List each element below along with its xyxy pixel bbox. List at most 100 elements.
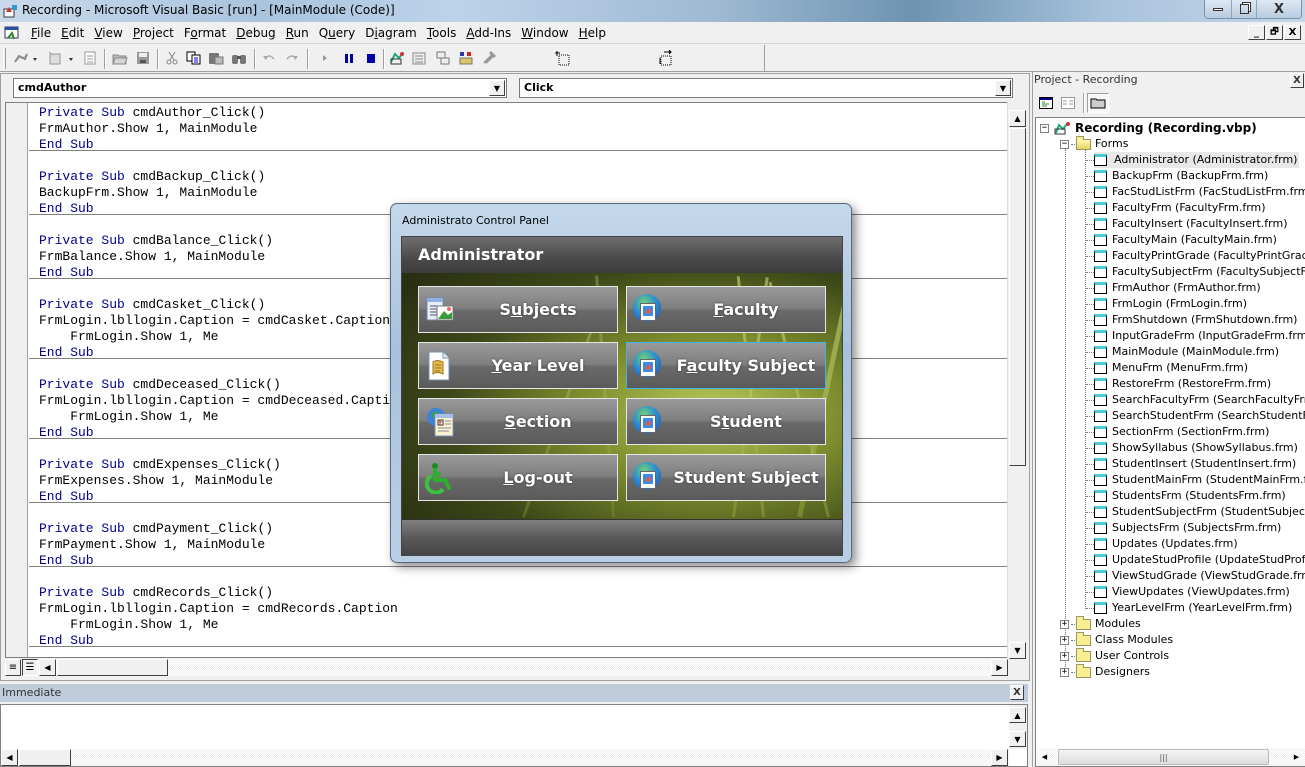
save-project-button[interactable] bbox=[133, 49, 153, 67]
section-button[interactable]: Section bbox=[418, 398, 618, 445]
end-button[interactable] bbox=[361, 49, 381, 67]
menu-format[interactable]: Format bbox=[179, 26, 231, 40]
tree-folder-user-controls[interactable]: User Controls bbox=[1076, 647, 1169, 664]
tree-project-root[interactable]: Recording (Recording.vbp) bbox=[1054, 120, 1257, 136]
tree-folder-forms[interactable]: Forms bbox=[1076, 135, 1128, 152]
code-horizontal-scrollbar[interactable]: ◀ ▶ bbox=[39, 659, 1008, 676]
menu-addins[interactable]: Add-Ins bbox=[461, 26, 516, 40]
tree-form-item[interactable]: ViewStudGrade (ViewStudGrade.frm) bbox=[1094, 568, 1305, 584]
tree-form-item[interactable]: InputGradeFrm (InputGradeFrm.frm) bbox=[1094, 328, 1305, 344]
menu-file[interactable]: File bbox=[26, 26, 56, 40]
code-window-icon[interactable] bbox=[4, 25, 20, 41]
form-layout-button[interactable] bbox=[433, 49, 453, 67]
menu-tools[interactable]: Tools bbox=[422, 26, 462, 40]
collapse-project-toggle[interactable]: − bbox=[1040, 124, 1049, 133]
scroll-right-button[interactable]: ▶ bbox=[991, 659, 1008, 676]
tree-form-item[interactable]: RestoreFrm (RestoreFrm.frm) bbox=[1094, 376, 1271, 392]
scroll-down-button[interactable]: ▼ bbox=[1009, 731, 1026, 747]
menu-diagram[interactable]: Diagram bbox=[360, 26, 422, 40]
expand-folder-toggle[interactable]: + bbox=[1060, 652, 1069, 661]
tree-form-item[interactable]: FacStudListFrm (FacStudListFrm.frm) bbox=[1094, 184, 1305, 200]
menu-window[interactable]: Window bbox=[516, 26, 573, 40]
redo-button[interactable] bbox=[282, 49, 302, 67]
tree-folder-modules[interactable]: Modules bbox=[1076, 615, 1141, 632]
full-module-view-button[interactable]: ☰ bbox=[22, 659, 38, 676]
toolbox-button[interactable] bbox=[479, 49, 499, 67]
faculty-subject-button[interactable]: Faculty Subject bbox=[626, 342, 826, 389]
open-project-button[interactable] bbox=[110, 49, 130, 67]
scroll-up-button[interactable]: ▲ bbox=[1009, 110, 1026, 127]
tree-form-item[interactable]: FrmLogin (FrmLogin.frm) bbox=[1094, 296, 1247, 312]
tree-form-item[interactable]: UpdateStudProfile (UpdateStudProfile.frm… bbox=[1094, 552, 1305, 568]
year-level-button[interactable]: Year Level bbox=[418, 342, 618, 389]
immediate-close-button[interactable]: X bbox=[1010, 685, 1024, 700]
tree-horizontal-scrollbar[interactable]: ◀ ||| ▶ bbox=[1036, 748, 1305, 766]
scroll-thumb[interactable] bbox=[1009, 128, 1026, 466]
cut-button[interactable] bbox=[162, 49, 182, 67]
object-browser-button[interactable] bbox=[456, 49, 476, 67]
immediate-vertical-scrollbar[interactable]: ▲ ▼ bbox=[1009, 705, 1027, 749]
tree-form-item[interactable]: SearchStudentFrm (SearchStudentFrm.frm) bbox=[1094, 408, 1305, 424]
tree-form-item[interactable]: FacultyInsert (FacultyInsert.frm) bbox=[1094, 216, 1288, 232]
menu-edit[interactable]: Edit bbox=[56, 26, 89, 40]
scroll-down-button[interactable]: ▼ bbox=[1009, 642, 1026, 659]
menu-project[interactable]: Project bbox=[128, 26, 179, 40]
tree-form-item[interactable]: StudentSubjectFrm (StudentSubjectFrm.frm… bbox=[1094, 504, 1305, 520]
mdi-restore-button[interactable]: 🗗 bbox=[1266, 25, 1283, 40]
scroll-thumb[interactable] bbox=[57, 659, 168, 676]
scroll-left-button[interactable]: ◀ bbox=[39, 659, 56, 676]
tree-form-item[interactable]: BackupFrm (BackupFrm.frm) bbox=[1094, 168, 1268, 184]
paste-button[interactable] bbox=[206, 49, 226, 67]
procedure-view-button[interactable]: ≡ bbox=[5, 659, 21, 676]
scroll-right-button[interactable]: ▶ bbox=[991, 749, 1008, 766]
student-subject-button[interactable]: Student Subject bbox=[626, 454, 826, 501]
code-vertical-scrollbar[interactable]: ▲ ▼ bbox=[1007, 102, 1027, 659]
add-form-button[interactable] bbox=[46, 49, 76, 67]
window-close-button[interactable]: X bbox=[1256, 0, 1301, 18]
project-panel-close-button[interactable]: X bbox=[1290, 73, 1304, 88]
break-button[interactable] bbox=[339, 49, 359, 67]
tree-form-item[interactable]: SubjectsFrm (SubjectsFrm.frm) bbox=[1094, 520, 1281, 536]
tree-form-item[interactable]: ViewUpdates (ViewUpdates.frm) bbox=[1094, 584, 1290, 600]
project-tree[interactable]: − Recording (Recording.vbp) − Forms Administ… bbox=[1035, 117, 1305, 767]
tree-form-item[interactable]: FacultyFrm (FacultyFrm.frm) bbox=[1094, 200, 1266, 216]
immediate-horizontal-scrollbar[interactable]: ◀ ▶ bbox=[1, 749, 1009, 766]
window-restore-button[interactable] bbox=[1231, 0, 1256, 18]
tree-form-item[interactable]: FrmAuthor (FrmAuthor.frm) bbox=[1094, 280, 1261, 296]
procedure-combo[interactable]: Click ▼ bbox=[519, 78, 1013, 98]
menu-run[interactable]: Run bbox=[281, 26, 314, 40]
properties-button[interactable] bbox=[409, 49, 429, 67]
window-minimize-button[interactable] bbox=[1205, 0, 1231, 18]
menu-help[interactable]: Help bbox=[574, 26, 611, 40]
tree-form-item[interactable]: StudentMainFrm (StudentMainFrm.frm) bbox=[1094, 472, 1305, 488]
expand-folder-toggle[interactable]: + bbox=[1060, 668, 1069, 677]
mdi-minimize-button[interactable]: _ bbox=[1248, 25, 1265, 40]
tree-folder-class-modules[interactable]: Class Modules bbox=[1076, 631, 1173, 648]
scroll-thumb[interactable] bbox=[19, 749, 71, 766]
expand-folder-toggle[interactable]: + bbox=[1060, 620, 1069, 629]
menu-editor-button[interactable] bbox=[80, 49, 100, 67]
view-code-button[interactable] bbox=[1035, 93, 1057, 113]
menu-debug[interactable]: Debug bbox=[231, 26, 280, 40]
toggle-folders-button[interactable] bbox=[1087, 93, 1109, 113]
tree-form-item[interactable]: MainModule (MainModule.frm) bbox=[1094, 344, 1279, 360]
mdi-close-button[interactable]: X bbox=[1284, 25, 1301, 40]
tree-folder-designers[interactable]: Designers bbox=[1076, 663, 1150, 680]
log-out-button[interactable]: Log-out bbox=[418, 454, 618, 501]
tree-form-item[interactable]: SearchFacultyFrm (SearchFacultyFrm.frm) bbox=[1094, 392, 1305, 408]
toolbar-grip[interactable] bbox=[3, 48, 6, 69]
tree-form-item[interactable]: Administrator (Administrator.frm) bbox=[1094, 152, 1300, 168]
menu-query[interactable]: Query bbox=[314, 26, 360, 40]
scroll-right-button[interactable]: ▶ bbox=[1288, 748, 1305, 765]
tree-form-item[interactable]: Updates (Updates.frm) bbox=[1094, 536, 1238, 552]
tree-form-item[interactable]: FacultyPrintGrade (FacultyPrintGrade.frm… bbox=[1094, 248, 1305, 264]
copy-button[interactable] bbox=[184, 49, 204, 67]
faculty-button[interactable]: Faculty bbox=[626, 286, 826, 333]
add-project-button[interactable] bbox=[12, 49, 40, 67]
object-combo[interactable]: cmdAuthor ▼ bbox=[13, 78, 507, 98]
student-button[interactable]: Student bbox=[626, 398, 826, 445]
tree-form-item[interactable]: StudentsFrm (StudentsFrm.frm) bbox=[1094, 488, 1286, 504]
tree-form-item[interactable]: FrmShutdown (FrmShutdown.frm) bbox=[1094, 312, 1297, 328]
scroll-left-button[interactable]: ◀ bbox=[1, 749, 18, 766]
scroll-thumb[interactable]: ||| bbox=[1058, 749, 1269, 765]
